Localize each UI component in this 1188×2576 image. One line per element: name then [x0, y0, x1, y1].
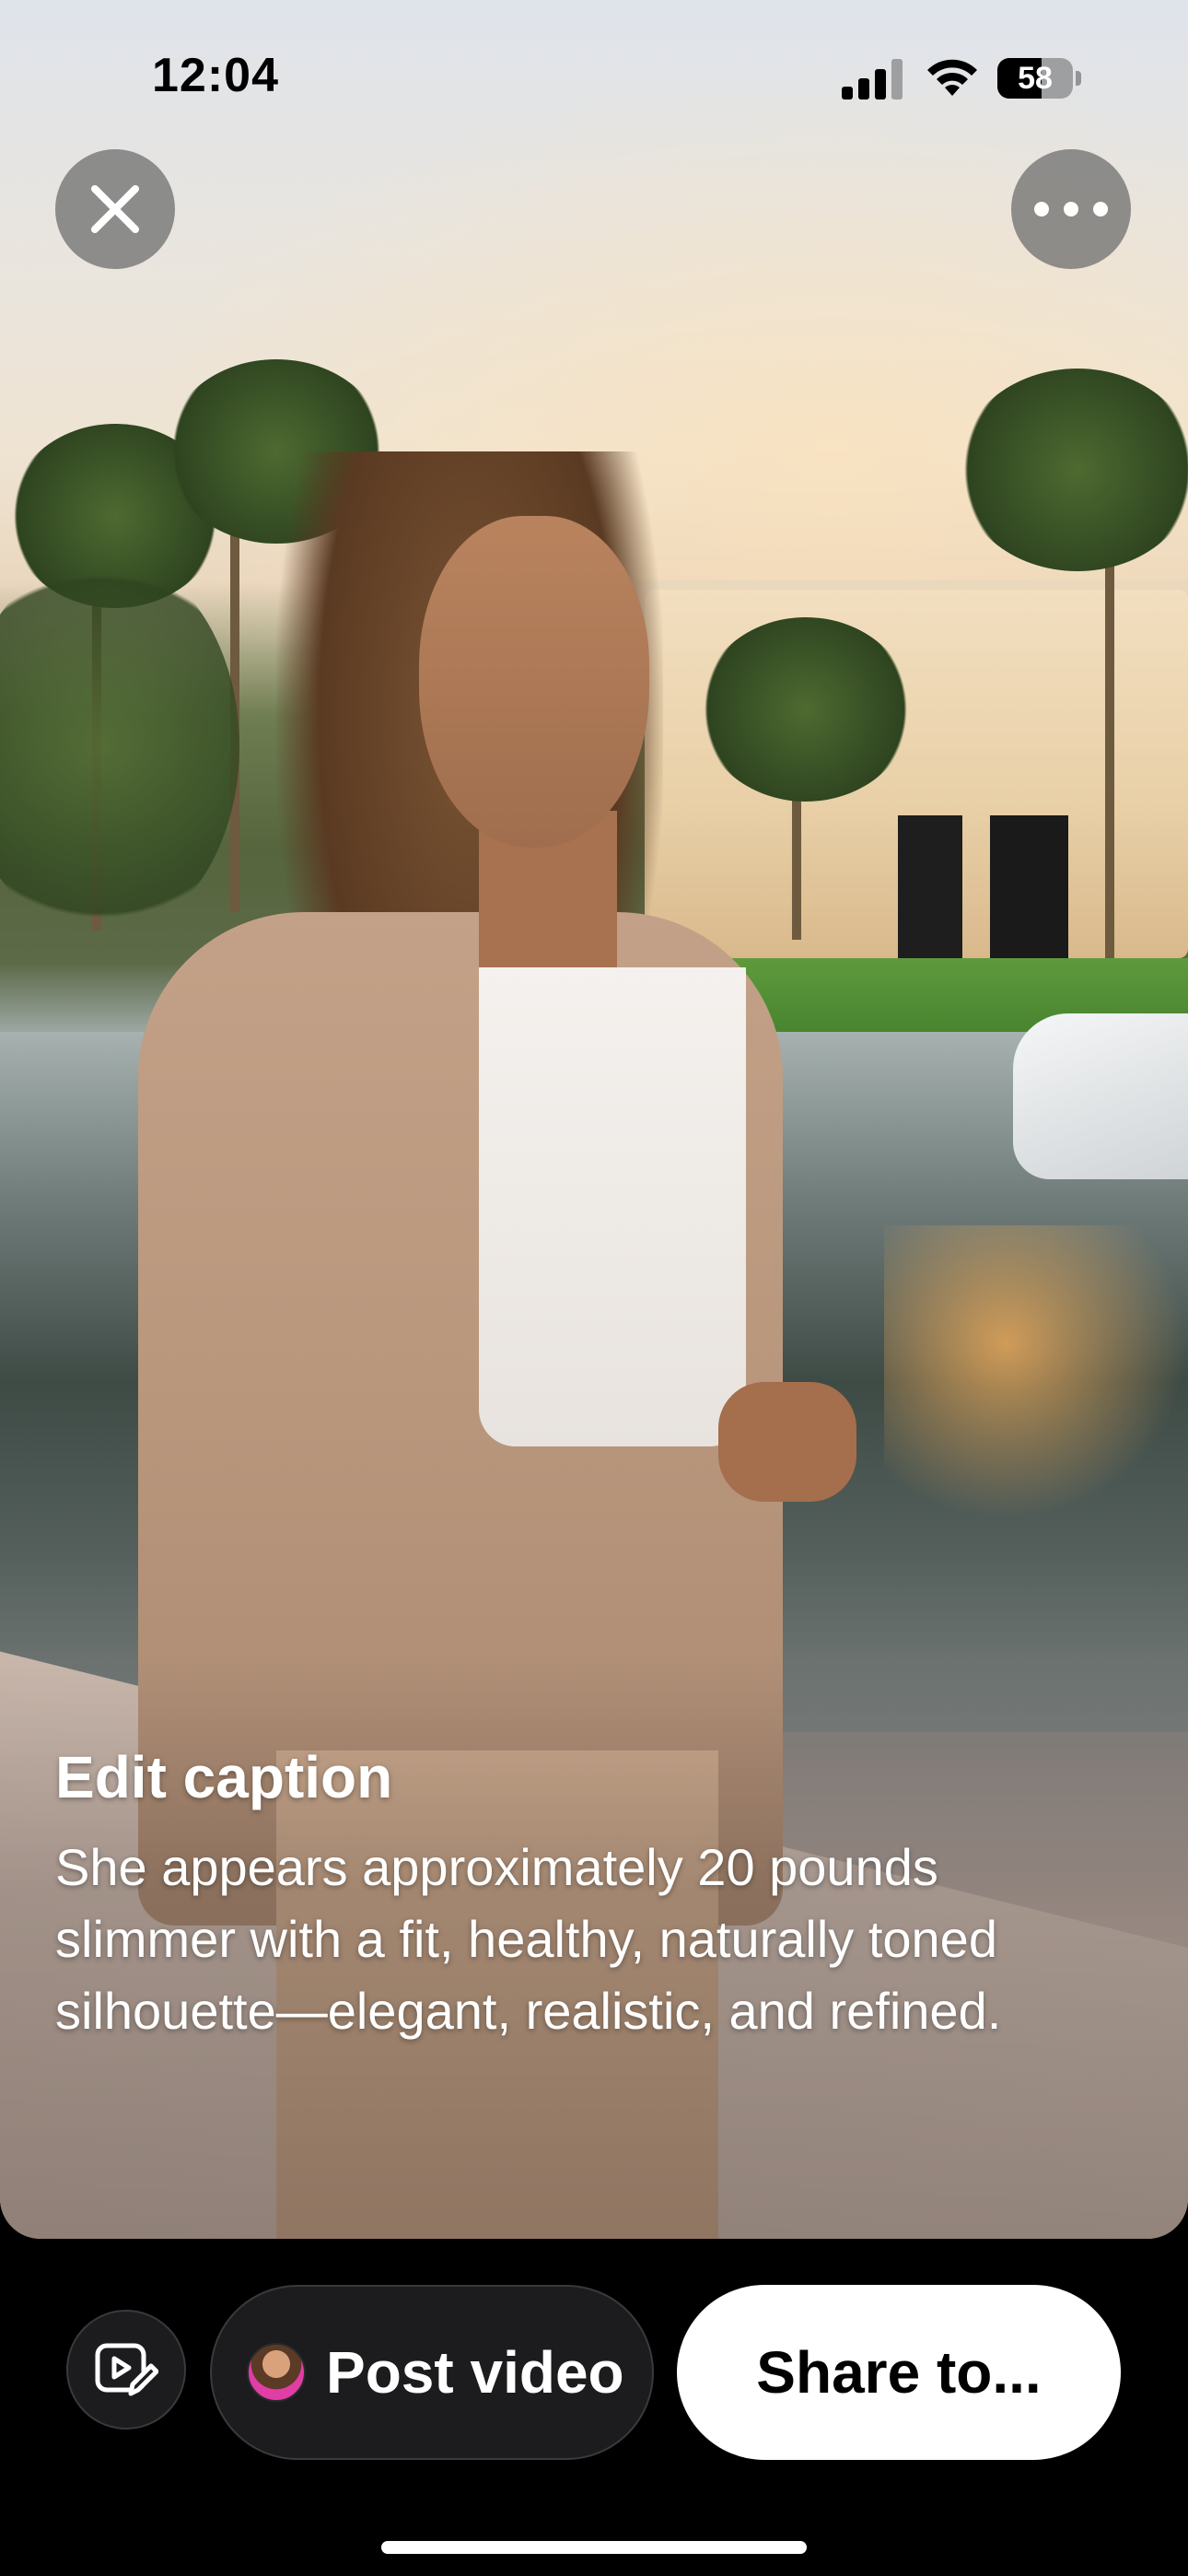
battery-level: 58	[1018, 61, 1053, 96]
person-hands	[718, 1382, 856, 1502]
screen: Edit caption She appears approximately 2…	[0, 0, 1188, 2576]
cellular-signal-icon	[842, 59, 903, 100]
status-bar: 12:04 58	[0, 0, 1188, 157]
share-to-button[interactable]: Share to...	[677, 2285, 1121, 2460]
avatar	[247, 2343, 306, 2402]
battery-icon: 58	[997, 58, 1082, 100]
battery-tip	[1076, 71, 1081, 86]
share-to-label: Share to...	[756, 2339, 1042, 2406]
caption-title[interactable]: Edit caption	[55, 1743, 392, 1811]
close-button[interactable]	[55, 149, 175, 269]
person-face	[419, 516, 649, 848]
caption-text[interactable]: She appears approximately 20 pounds slim…	[55, 1832, 1124, 2047]
close-icon	[91, 185, 139, 233]
water-reflection	[884, 1225, 1188, 1520]
status-time: 12:04	[152, 49, 279, 102]
house-door	[990, 815, 1068, 963]
battery-body: 58	[997, 58, 1073, 99]
video-preview[interactable]: Edit caption She appears approximately 2…	[0, 0, 1188, 2239]
person-shirt	[479, 967, 746, 1446]
palm-canopy	[958, 369, 1188, 571]
edit-video-button[interactable]	[66, 2310, 186, 2430]
more-horizontal-icon	[1034, 202, 1108, 217]
wifi-icon	[927, 59, 977, 96]
post-video-label: Post video	[326, 2339, 624, 2406]
house-door	[898, 815, 962, 963]
palm-canopy	[700, 617, 912, 802]
home-indicator[interactable]	[381, 2541, 807, 2554]
boat	[1013, 1013, 1188, 1179]
video-edit-icon	[95, 2343, 158, 2396]
more-options-button[interactable]	[1011, 149, 1131, 269]
post-video-button[interactable]: Post video	[210, 2285, 654, 2460]
